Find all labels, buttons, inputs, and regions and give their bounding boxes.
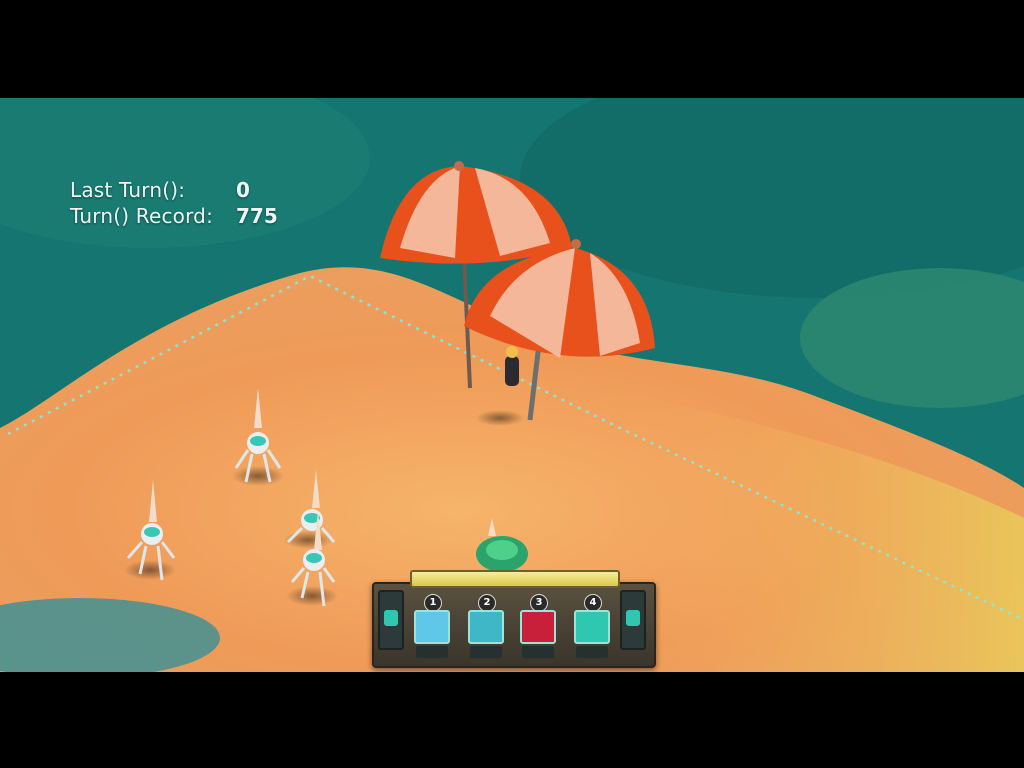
game-viewport[interactable]: Last Turn(): 0 Turn() Record: 775 1 2 3 …: [0, 98, 1024, 672]
gem-icon: [626, 610, 640, 626]
function-card-4[interactable]: 4: [572, 594, 612, 662]
turn-stats-panel: Last Turn(): 0 Turn() Record: 775: [70, 178, 278, 230]
card-cost-bar: [522, 646, 554, 658]
card-bar-right-slot[interactable]: [620, 590, 646, 650]
turn-record-row: Turn() Record: 775: [70, 204, 278, 230]
card-cost-bar: [576, 646, 608, 658]
last-turn-label: Last Turn():: [70, 178, 186, 202]
skull-drone-icon: [574, 610, 610, 644]
ice-shard-icon: [414, 610, 450, 644]
letterbox-top: [0, 0, 1024, 98]
red-orb-icon: [520, 610, 556, 644]
function-card-2[interactable]: 2: [466, 594, 506, 662]
cannon-icon: [468, 610, 504, 644]
last-turn-value: 0: [236, 178, 250, 202]
card-bar-left-slot[interactable]: [378, 590, 404, 650]
turn-power-bar: [410, 570, 620, 588]
gem-icon: [384, 610, 398, 626]
turn-record-value: 775: [236, 204, 278, 228]
turn-record-label: Turn() Record:: [70, 204, 214, 228]
card-cost-bar: [416, 646, 448, 658]
function-card-3[interactable]: 3: [518, 594, 558, 662]
last-turn-row: Last Turn(): 0: [70, 178, 278, 204]
game-screen: Last Turn(): 0 Turn() Record: 775 1 2 3 …: [0, 0, 1024, 768]
letterbox-bottom: [0, 672, 1024, 768]
function-card-bar: 1 2 3 4: [372, 568, 656, 668]
function-card-1[interactable]: 1: [412, 594, 452, 662]
card-cost-bar: [470, 646, 502, 658]
